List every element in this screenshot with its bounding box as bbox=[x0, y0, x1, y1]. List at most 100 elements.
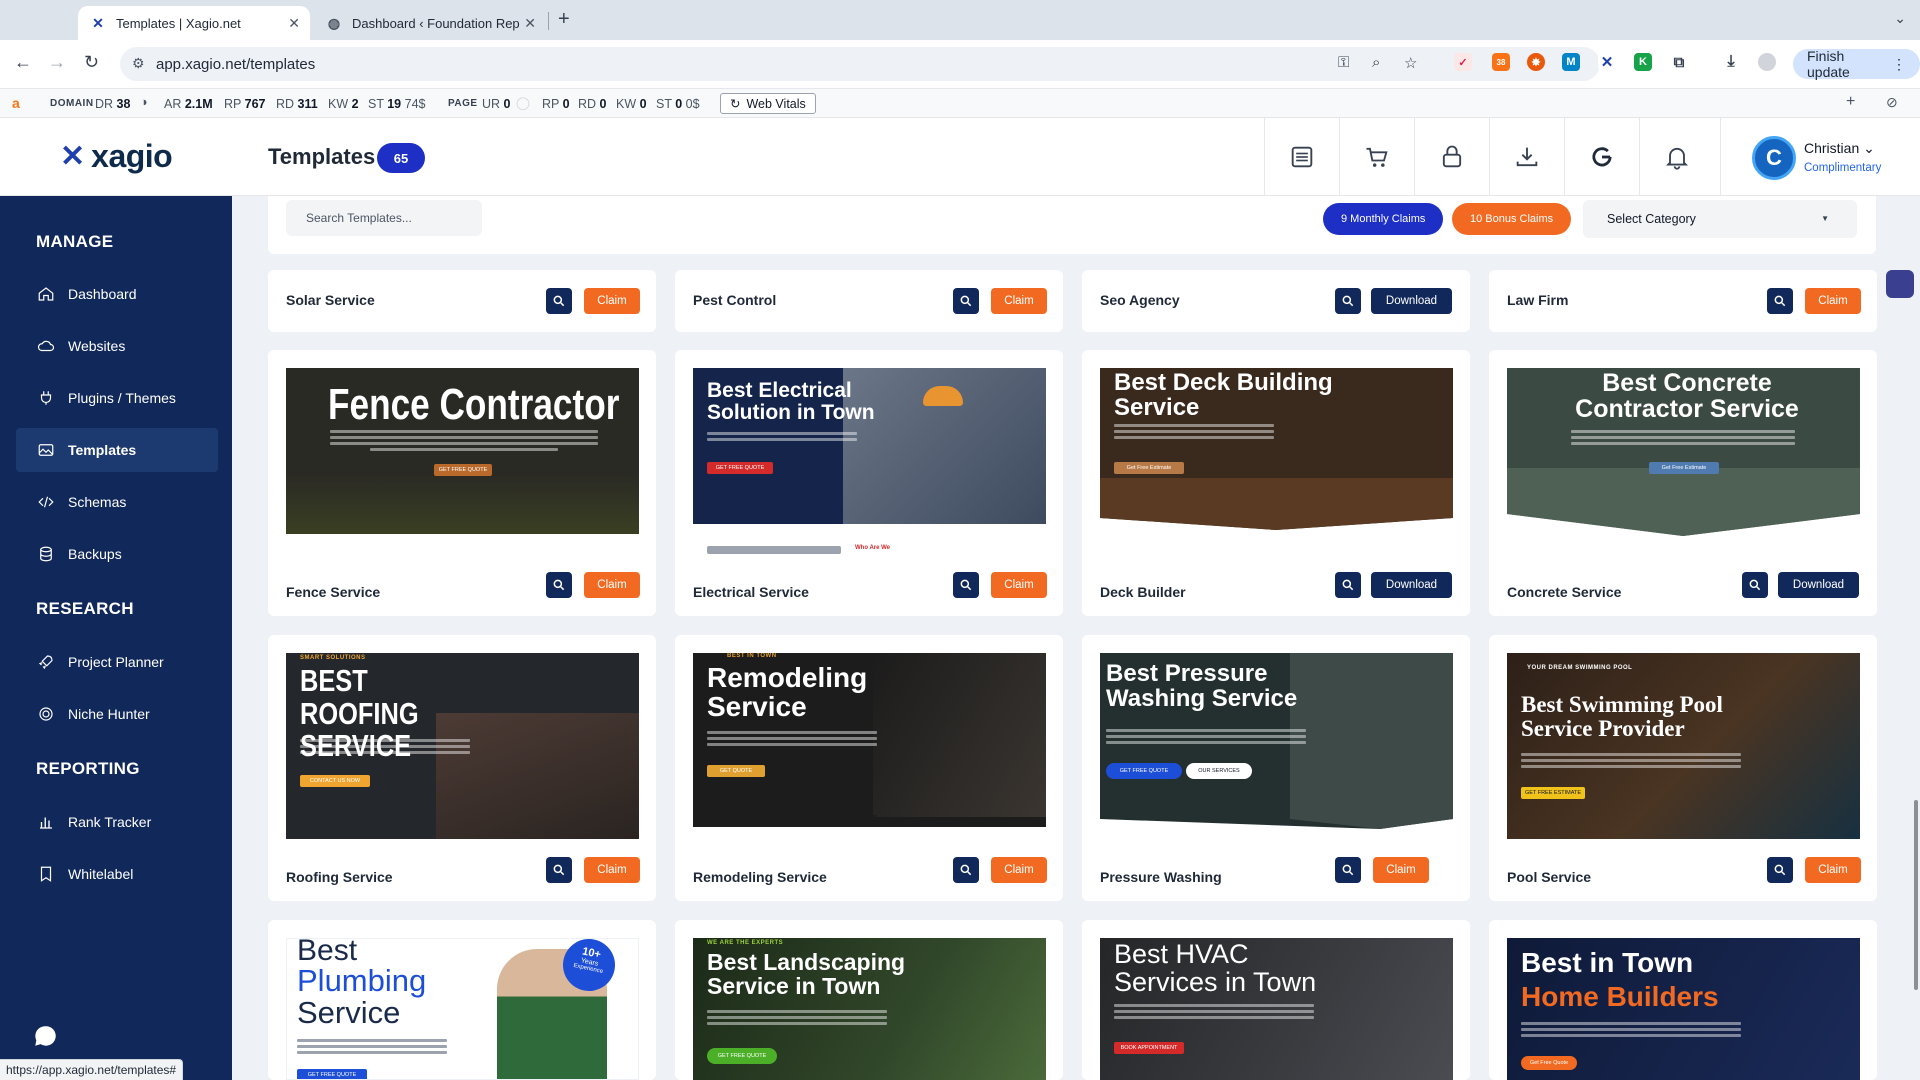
sidebar-item-plugins-themes[interactable]: Plugins / Themes bbox=[16, 376, 218, 420]
claim-button[interactable]: Claim bbox=[991, 288, 1047, 314]
preview-button[interactable] bbox=[1335, 857, 1361, 883]
extensions-puzzle-icon[interactable]: ⧉ bbox=[1670, 53, 1688, 71]
bookmark-star-icon[interactable]: ☆ bbox=[1404, 54, 1417, 72]
kebab-menu-icon: ⋮ bbox=[1892, 55, 1906, 72]
sidebar-item-templates[interactable]: Templates bbox=[16, 428, 218, 472]
finish-update-label: Finish update bbox=[1807, 48, 1850, 80]
preview-button[interactable] bbox=[953, 288, 979, 314]
download-button[interactable]: Download bbox=[1371, 288, 1452, 314]
claim-button[interactable]: Claim bbox=[584, 288, 640, 314]
sidebar-item-websites[interactable]: Websites bbox=[16, 324, 218, 368]
back-arrow-icon[interactable]: ← bbox=[14, 52, 32, 73]
sidebar-item-dashboard[interactable]: Dashboard bbox=[16, 272, 218, 316]
rd-value: 311 bbox=[297, 97, 318, 111]
preview-button[interactable] bbox=[546, 572, 572, 598]
template-thumbnail[interactable]: BEST IN TOWN Remodeling Service GET QUOT… bbox=[693, 653, 1046, 827]
reload-icon[interactable]: ↻ bbox=[84, 52, 99, 73]
extension-badge-icon[interactable]: 38 bbox=[1492, 53, 1510, 71]
caret-down-icon: ▼ bbox=[1821, 214, 1829, 223]
preview-button[interactable] bbox=[953, 857, 979, 883]
forward-arrow-icon[interactable]: → bbox=[48, 52, 66, 73]
cart-button[interactable] bbox=[1339, 118, 1414, 196]
preview-button[interactable] bbox=[546, 288, 572, 314]
downloads-icon[interactable]: ⤓ bbox=[1722, 53, 1740, 71]
new-tab-icon[interactable]: + bbox=[558, 8, 570, 31]
home-icon bbox=[36, 284, 56, 304]
claim-button[interactable]: Claim bbox=[584, 572, 640, 598]
template-thumbnail[interactable]: Best Electrical Solution in Town GET FRE… bbox=[693, 368, 1046, 524]
search-icon bbox=[553, 579, 565, 591]
tab-search-chevron-icon[interactable]: ⌄ bbox=[1894, 10, 1906, 27]
password-key-icon[interactable]: ⚿ bbox=[1338, 54, 1349, 71]
template-thumbnail[interactable]: YOUR DREAM SWIMMING POOL Best Swimming P… bbox=[1507, 653, 1860, 839]
claim-button[interactable]: Claim bbox=[584, 857, 640, 883]
page-scrollbar[interactable] bbox=[1914, 800, 1918, 990]
news-button[interactable] bbox=[1264, 118, 1339, 196]
template-thumbnail[interactable]: Best HVAC Services in Town BOOK APPOINTM… bbox=[1100, 938, 1453, 1080]
preview-button[interactable] bbox=[1335, 288, 1361, 314]
side-widget-icon[interactable] bbox=[1886, 270, 1914, 298]
pointer-notch bbox=[863, 815, 877, 823]
claim-button[interactable]: Claim bbox=[991, 572, 1047, 598]
filter-bar: 9 Monthly Claims 10 Bonus Claims Select … bbox=[268, 196, 1876, 254]
who-are-we-label: Who Are We bbox=[855, 545, 891, 551]
xagio-extension-icon[interactable]: ✕ bbox=[1598, 53, 1616, 71]
template-thumbnail[interactable]: Fence Contractor GET FREE QUOTE bbox=[286, 368, 639, 534]
user-menu[interactable]: C Christian ⌄ Complimentary bbox=[1720, 118, 1920, 196]
download-button[interactable]: Download bbox=[1371, 572, 1452, 598]
extension-gear-icon[interactable]: ✸ bbox=[1527, 53, 1545, 71]
lock-button[interactable] bbox=[1414, 118, 1489, 196]
template-thumbnail[interactable]: Best Pressure Washing Service GET FREE Q… bbox=[1100, 653, 1453, 833]
close-tab-icon[interactable]: ✕ bbox=[288, 15, 300, 32]
sidebar-item-label: Plugins / Themes bbox=[68, 390, 176, 406]
preview-button[interactable] bbox=[1335, 572, 1361, 598]
claim-button[interactable]: Claim bbox=[1805, 288, 1861, 314]
xagio-logo[interactable]: ✕ xagio bbox=[60, 138, 173, 175]
extension-icon[interactable]: ✓ bbox=[1454, 53, 1472, 71]
template-thumbnail[interactable]: Best Deck Building Service Get Free Esti… bbox=[1100, 368, 1453, 538]
notifications-button[interactable] bbox=[1639, 118, 1714, 196]
preview-button[interactable] bbox=[953, 572, 979, 598]
add-icon[interactable]: + bbox=[1846, 93, 1855, 111]
claim-button[interactable]: Claim bbox=[991, 857, 1047, 883]
template-thumbnail[interactable]: Best in Town Home Builders Get Free Quot… bbox=[1507, 938, 1860, 1080]
sidebar-item-schemas[interactable]: Schemas bbox=[16, 480, 218, 524]
site-info-icon[interactable]: ⚙ bbox=[132, 55, 145, 72]
template-thumbnail[interactable]: SMART SOLUTIONS BEST ROOFING SERVICE CON… bbox=[286, 653, 639, 839]
preview-button[interactable] bbox=[1767, 288, 1793, 314]
zoom-icon[interactable]: ⌕ bbox=[1372, 54, 1380, 71]
finish-update-button[interactable]: Finish update ⋮ bbox=[1793, 48, 1920, 80]
preview-button[interactable] bbox=[546, 857, 572, 883]
preview-button[interactable] bbox=[1742, 572, 1768, 598]
sidebar-item-whitelabel[interactable]: Whitelabel bbox=[16, 852, 218, 896]
template-thumbnail[interactable]: Best Concrete Contractor Service Get Fre… bbox=[1507, 368, 1860, 540]
tab-xagio-templates[interactable]: ✕ Templates | Xagio.net ✕ bbox=[78, 6, 310, 40]
chat-button[interactable] bbox=[17, 1008, 73, 1064]
address-bar[interactable]: ⚙ app.xagio.net/templates ⚿ ⌕ ☆ bbox=[120, 47, 1600, 81]
profile-icon[interactable] bbox=[1758, 53, 1776, 71]
bonus-claims-badge[interactable]: 10 Bonus Claims bbox=[1452, 203, 1572, 235]
close-tab-icon[interactable]: ✕ bbox=[524, 15, 536, 32]
monthly-claims-badge[interactable]: 9 Monthly Claims bbox=[1323, 203, 1444, 235]
download-button[interactable]: Download bbox=[1778, 572, 1859, 598]
web-vitals-button[interactable]: ↻ Web Vitals bbox=[720, 93, 816, 114]
claim-button[interactable]: Claim bbox=[1373, 857, 1429, 883]
sidebar-item-project-planner[interactable]: Project Planner bbox=[16, 640, 218, 684]
disable-icon[interactable]: ⊘ bbox=[1886, 94, 1898, 111]
sidebar-item-niche-hunter[interactable]: Niche Hunter bbox=[16, 692, 218, 736]
extension-k-icon[interactable]: K bbox=[1634, 53, 1652, 71]
claim-button[interactable]: Claim bbox=[1805, 857, 1861, 883]
sidebar-item-rank-tracker[interactable]: Rank Tracker bbox=[16, 800, 218, 844]
search-templates-input[interactable] bbox=[286, 200, 482, 236]
template-thumbnail[interactable]: WE ARE THE EXPERTS Best Landscaping Serv… bbox=[693, 938, 1046, 1080]
google-button[interactable] bbox=[1564, 118, 1639, 196]
template-card: Fence Contractor GET FREE QUOTE Fence Se… bbox=[268, 350, 656, 616]
category-select[interactable]: Select Category ▼ bbox=[1583, 200, 1857, 238]
ur-label: UR bbox=[482, 97, 501, 111]
tab-dashboard[interactable]: ◍ Dashboard ‹ Foundation Rep ✕ bbox=[314, 6, 546, 40]
template-thumbnail[interactable]: 10+ Years Experience Best Plumbing Servi… bbox=[286, 938, 639, 1080]
download-button[interactable] bbox=[1489, 118, 1564, 196]
extension-m-icon[interactable]: M bbox=[1562, 53, 1580, 71]
preview-button[interactable] bbox=[1767, 857, 1793, 883]
sidebar-item-backups[interactable]: Backups bbox=[16, 532, 218, 576]
